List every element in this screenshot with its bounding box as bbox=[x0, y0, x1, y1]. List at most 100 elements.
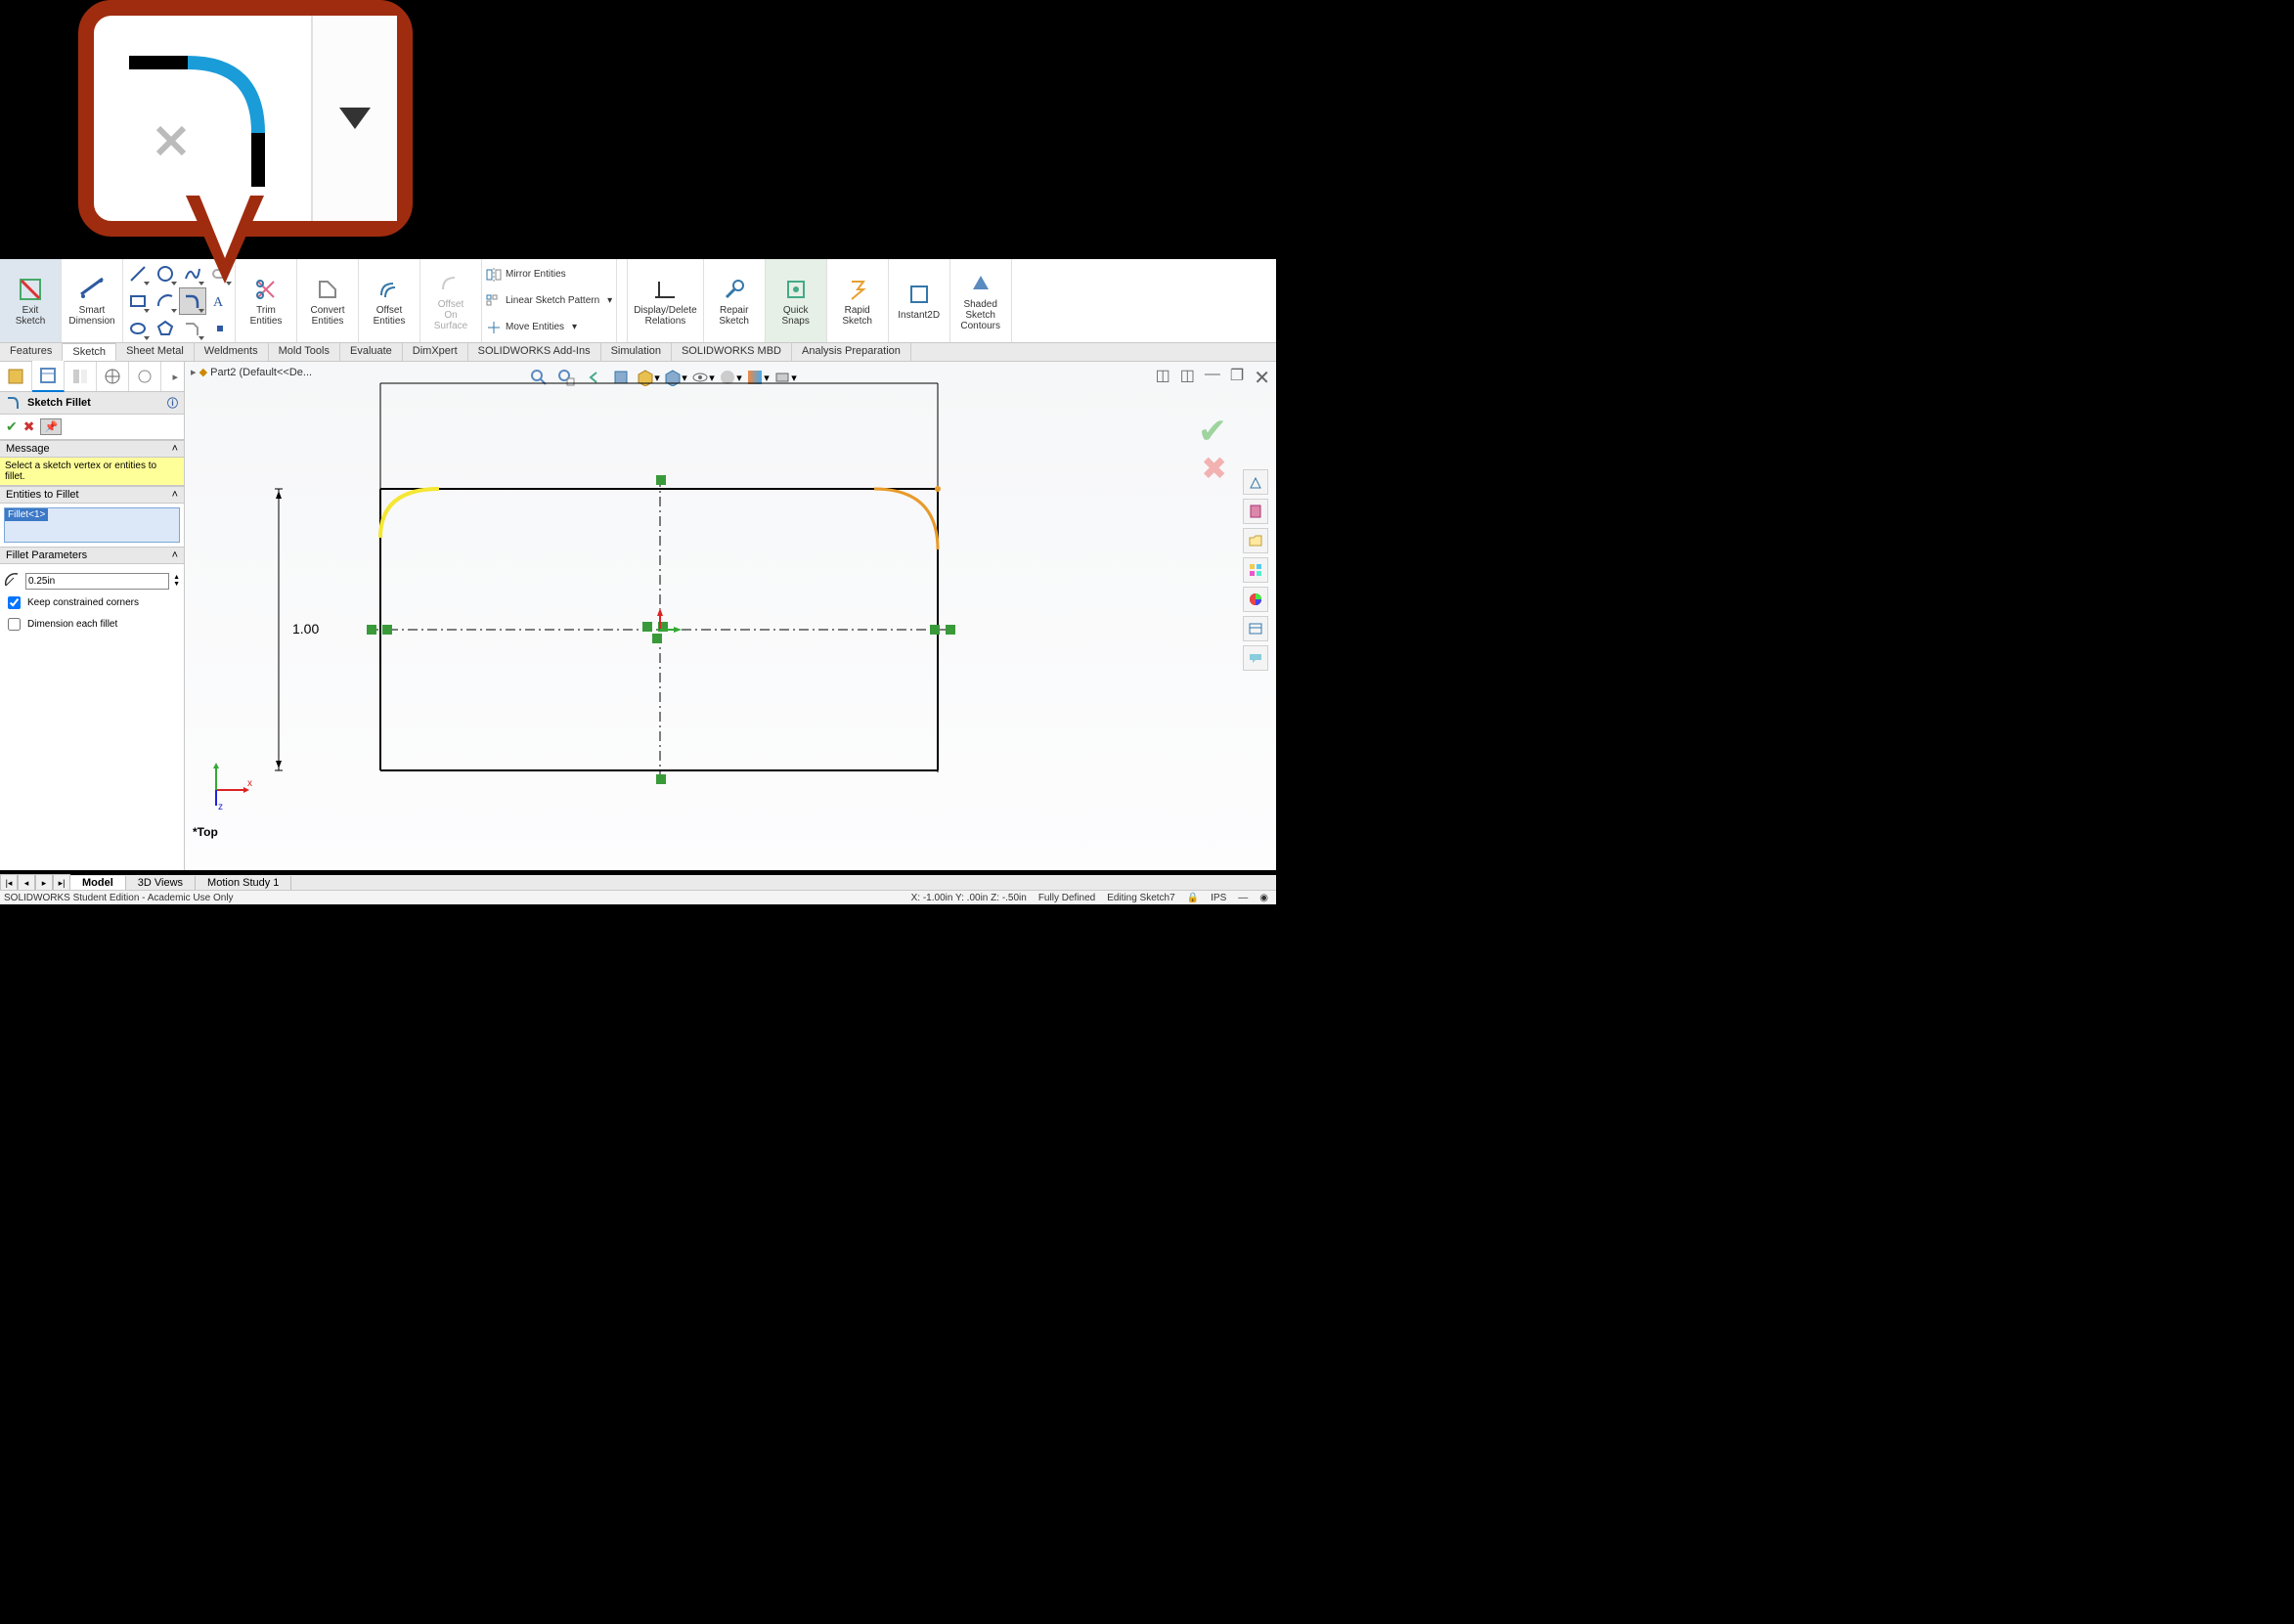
close-icon[interactable]: ✕ bbox=[1254, 366, 1270, 390]
chevron-down-icon bbox=[335, 104, 375, 133]
display-delete-relations-button[interactable]: Display/Delete Relations bbox=[628, 259, 703, 342]
dimxpert-manager-tab[interactable] bbox=[97, 362, 129, 391]
tab-analysis-preparation[interactable]: Analysis Preparation bbox=[792, 343, 911, 361]
selected-entity[interactable]: Fillet<1> bbox=[5, 508, 48, 521]
offset-label: Offset Entities bbox=[374, 305, 406, 327]
exit-sketch-label: Exit Sketch bbox=[16, 305, 46, 327]
shaded-sketch-contours-button[interactable]: Shaded Sketch Contours bbox=[950, 259, 1012, 342]
tab-solidworks-mbd[interactable]: SOLIDWORKS MBD bbox=[672, 343, 792, 361]
polygon-tool-button[interactable] bbox=[153, 316, 178, 341]
view-palette-button[interactable] bbox=[1243, 557, 1268, 583]
radius-spin-up[interactable]: ▲ bbox=[173, 574, 180, 581]
custom-properties-button[interactable] bbox=[1243, 616, 1268, 641]
dimension-each-fillet-checkbox[interactable] bbox=[8, 618, 21, 631]
fillet-radius-input[interactable] bbox=[25, 573, 169, 590]
dimension-vertical[interactable]: 1.00 bbox=[292, 621, 319, 636]
design-library-button[interactable] bbox=[1243, 499, 1268, 524]
instant2d-button[interactable]: Instant2D bbox=[889, 259, 950, 342]
offset-surface-label: Offset On Surface bbox=[434, 299, 467, 331]
display-delete-label: Display/Delete Relations bbox=[634, 305, 696, 327]
solidworks-resources-button[interactable] bbox=[1243, 469, 1268, 495]
tab-mold-tools[interactable]: Mold Tools bbox=[269, 343, 340, 361]
tab-model[interactable]: Model bbox=[70, 876, 126, 890]
collapse-icon[interactable]: ˄ bbox=[172, 489, 178, 501]
svg-text:A: A bbox=[213, 295, 224, 310]
configuration-manager-tab[interactable] bbox=[65, 362, 97, 391]
tab-evaluate[interactable]: Evaluate bbox=[340, 343, 403, 361]
status-units[interactable]: IPS bbox=[1211, 893, 1226, 903]
property-manager-tab[interactable] bbox=[32, 361, 65, 392]
collapse-icon[interactable]: ˄ bbox=[172, 443, 178, 455]
ellipse-tool-button[interactable] bbox=[125, 316, 151, 341]
tab-sketch[interactable]: Sketch bbox=[63, 343, 116, 361]
sketch-fillet-button[interactable] bbox=[180, 288, 205, 314]
help-icon[interactable]: ⓘ bbox=[167, 395, 178, 411]
tab-3d-views[interactable]: 3D Views bbox=[126, 876, 196, 890]
cancel-button[interactable]: ✖ bbox=[23, 418, 35, 435]
radius-icon bbox=[4, 572, 22, 590]
split-right-icon[interactable]: ◫ bbox=[1180, 366, 1195, 390]
status-bar: SOLIDWORKS Student Edition - Academic Us… bbox=[0, 890, 1276, 904]
linear-sketch-pattern-button[interactable]: Linear Sketch Pattern▾ bbox=[486, 294, 612, 308]
fillet-preview-left bbox=[380, 489, 439, 538]
breadcrumb-text[interactable]: Part2 (Default<<De... bbox=[210, 367, 312, 378]
property-manager-panel: ▸ Sketch Fillet ⓘ ✔ ✖ 📌 Message˄ Select … bbox=[0, 362, 185, 870]
status-editing: Editing Sketch7 bbox=[1107, 893, 1175, 903]
view-triad: x z bbox=[204, 763, 253, 812]
entities-selection-list[interactable]: Fillet<1> bbox=[4, 507, 180, 543]
repair-sketch-button[interactable]: Repair Sketch bbox=[704, 259, 766, 342]
tab-weldments[interactable]: Weldments bbox=[195, 343, 269, 361]
svg-text:z: z bbox=[218, 802, 223, 812]
rectangle-tool-button[interactable] bbox=[125, 288, 151, 314]
params-header: Fillet Parameters bbox=[6, 549, 87, 561]
status-defined: Fully Defined bbox=[1038, 893, 1095, 903]
ok-button[interactable]: ✔ bbox=[6, 418, 18, 435]
smart-dimension-label: Smart Dimension bbox=[68, 305, 114, 327]
sketch-fillet-icon-large bbox=[119, 45, 286, 192]
message-text: Select a sketch vertex or entities to fi… bbox=[0, 458, 184, 486]
forum-button[interactable] bbox=[1243, 645, 1268, 671]
tab-sheet-metal[interactable]: Sheet Metal bbox=[116, 343, 195, 361]
tab-simulation[interactable]: Simulation bbox=[601, 343, 672, 361]
minimize-icon[interactable]: — bbox=[1205, 366, 1220, 390]
collapse-icon[interactable]: ˄ bbox=[172, 549, 178, 561]
move-entities-button[interactable]: Move Entities▾ bbox=[486, 321, 612, 334]
status-macro-icon[interactable]: ◉ bbox=[1259, 893, 1268, 903]
tab-dimxpert[interactable]: DimXpert bbox=[403, 343, 468, 361]
text-tool-button[interactable]: A bbox=[207, 288, 233, 314]
confirm-corner-cancel[interactable]: ✖ bbox=[1201, 450, 1227, 487]
graphics-area[interactable]: ▸ ◆ Part2 (Default<<De... ◫ ◫ — ❐ ✕ ▾ ▾ … bbox=[185, 362, 1276, 870]
command-manager-tabs: Features Sketch Sheet Metal Weldments Mo… bbox=[0, 343, 1276, 362]
pushpin-button[interactable]: 📌 bbox=[40, 418, 62, 435]
feature-manager-tab[interactable] bbox=[0, 362, 32, 391]
maximize-icon[interactable]: ❐ bbox=[1230, 366, 1244, 390]
exit-sketch-button[interactable]: Exit Sketch bbox=[0, 259, 62, 342]
arc-tool-button[interactable] bbox=[153, 288, 178, 314]
display-manager-tab[interactable] bbox=[129, 362, 161, 391]
fillet-preview-right bbox=[874, 489, 938, 549]
confirm-corner-ok[interactable]: ✔ bbox=[1198, 411, 1227, 452]
shaded-label: Shaded Sketch Contours bbox=[960, 299, 1000, 331]
repair-label: Repair Sketch bbox=[719, 305, 749, 327]
split-left-icon[interactable]: ◫ bbox=[1156, 366, 1170, 390]
rapid-sketch-button[interactable]: Rapid Sketch bbox=[827, 259, 889, 342]
quick-snaps-button[interactable]: Quick Snaps bbox=[766, 259, 827, 342]
task-pane-tabs bbox=[1243, 469, 1268, 671]
tab-motion-study-1[interactable]: Motion Study 1 bbox=[196, 876, 291, 890]
appearances-button[interactable] bbox=[1243, 587, 1268, 612]
sketch-fillet-callout bbox=[78, 0, 401, 274]
file-explorer-button[interactable] bbox=[1243, 528, 1268, 553]
sketch-geometry: 1.00 bbox=[273, 381, 1036, 792]
tab-features[interactable]: Features bbox=[0, 343, 63, 361]
tab-solidworks-addins[interactable]: SOLIDWORKS Add-Ins bbox=[468, 343, 601, 361]
rapid-label: Rapid Sketch bbox=[842, 305, 872, 327]
trim-label: Trim Entities bbox=[250, 305, 283, 327]
message-header: Message bbox=[6, 443, 50, 455]
status-coordinates: X: -1.00in Y: .00in Z: -.50in bbox=[911, 893, 1027, 903]
point-tool-button[interactable] bbox=[207, 316, 233, 341]
radius-spin-down[interactable]: ▼ bbox=[173, 581, 180, 588]
mirror-entities-button[interactable]: Mirror Entities bbox=[486, 268, 612, 282]
keep-constrained-corners-checkbox[interactable] bbox=[8, 596, 21, 609]
chamfer-tool-button[interactable] bbox=[180, 316, 205, 341]
motion-study-tabs: |◂ ◂ ▸ ▸| Model 3D Views Motion Study 1 bbox=[0, 875, 1276, 891]
